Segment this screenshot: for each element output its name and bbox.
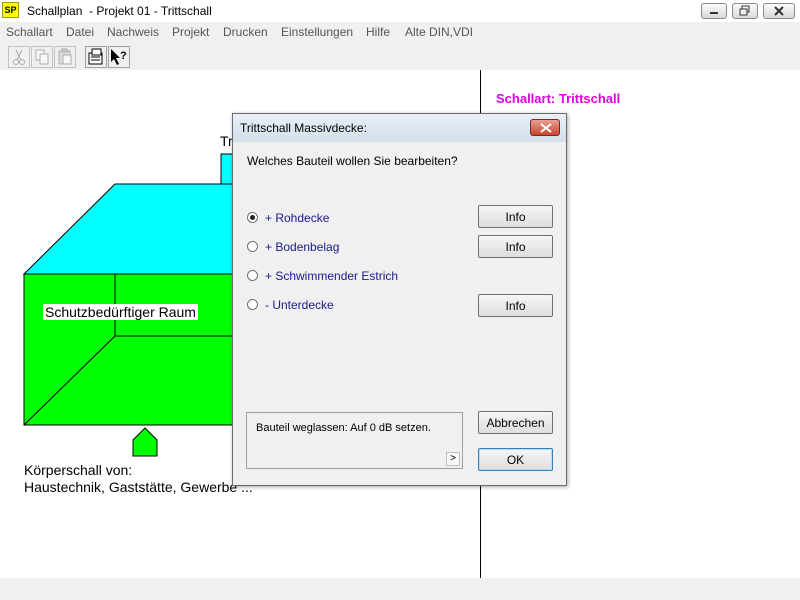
menu-schallart[interactable]: Schallart [6,25,53,39]
help-pointer-button[interactable]: ? [108,46,130,68]
option-unterdecke-label[interactable]: - Unterdecke [265,298,334,312]
menu-hilfe[interactable]: Hilfe [366,25,390,39]
menu-projekt[interactable]: Projekt [172,25,209,39]
copy-icon [35,49,49,65]
svg-text:?: ? [120,50,127,62]
radio-rohdecke[interactable] [247,212,258,223]
radio-schwimmender-estrich[interactable] [247,270,258,281]
app-icon[interactable]: SP [2,2,19,18]
close-icon [774,6,784,16]
minimize-icon [710,12,718,14]
menu-nachweis[interactable]: Nachweis [107,25,159,39]
menu-einstellungen[interactable]: Einstellungen [281,25,353,39]
radio-bodenbelag[interactable] [247,241,258,252]
bottom-marker [132,427,158,457]
menu-alte-din-vdi[interactable]: Alte DIN,VDI [405,25,473,39]
dialog-question: Welches Bauteil wollen Sie bearbeiten? [247,154,458,168]
restore-icon [739,5,750,16]
cut-icon [13,49,25,65]
koerperschall-line1: Körperschall von: [24,462,133,478]
cancel-button[interactable]: Abbrechen [478,411,553,434]
koerperschall-line2: Haustechnik, Gaststätte, Gewerbe ... [24,479,253,495]
menu-datei[interactable]: Datei [66,25,94,39]
option-schwimmender-estrich-label[interactable]: + Schwimmender Estrich [265,269,398,283]
hint-text: Bauteil weglassen: Auf 0 dB setzen. [256,422,431,434]
status-strip [0,578,800,600]
dialog-close-button[interactable] [530,119,560,136]
paste-button[interactable] [54,46,76,68]
info-unterdecke-button[interactable]: Info [478,294,553,317]
copy-button[interactable] [31,46,53,68]
top-marker-label: Tr [220,133,233,149]
properties-button[interactable] [85,46,107,68]
option-bodenbelag-label[interactable]: + Bodenbelag [265,240,339,254]
title-bar: SP Schallplan - Projekt 01 - Trittschall [0,0,800,22]
menu-bar: Schallart Datei Nachweis Projekt Drucken… [0,22,800,42]
info-rohdecke-button[interactable]: Info [478,205,553,228]
info-bodenbelag-button[interactable]: Info [478,235,553,258]
cut-button[interactable] [8,46,30,68]
dialog-title-bar[interactable]: Trittschall Massivdecke: [233,114,566,142]
roof-shape [22,183,238,275]
schallart-label: Schallart: Trittschall [496,91,621,106]
hint-box: Bauteil weglassen: Auf 0 dB setzen. > [246,412,463,469]
menu-drucken[interactable]: Drucken [223,25,268,39]
option-rohdecke-label[interactable]: + Rohdecke [265,211,329,225]
close-icon [540,123,552,133]
paste-icon [58,48,72,65]
restore-button[interactable] [732,3,758,19]
room-label: Schutzbedürftiger Raum [43,304,198,320]
ok-button[interactable]: OK [478,448,553,471]
properties-icon [88,48,103,65]
minimize-button[interactable] [701,3,727,19]
radio-unterdecke[interactable] [247,299,258,310]
hint-arrow-icon[interactable]: > [446,452,460,466]
dialog-title: Trittschall Massivdecke: [240,121,367,135]
toolbar: ? [0,42,800,70]
close-window-button[interactable] [763,3,795,19]
window-title: Schallplan - Projekt 01 - Trittschall [27,4,212,18]
koerperschall-text: Körperschall von: Haustechnik, Gaststätt… [24,462,253,496]
help-pointer-icon: ? [111,49,127,65]
trittschall-dialog: Trittschall Massivdecke: Welches Bauteil… [232,113,567,486]
room-box [23,273,238,426]
